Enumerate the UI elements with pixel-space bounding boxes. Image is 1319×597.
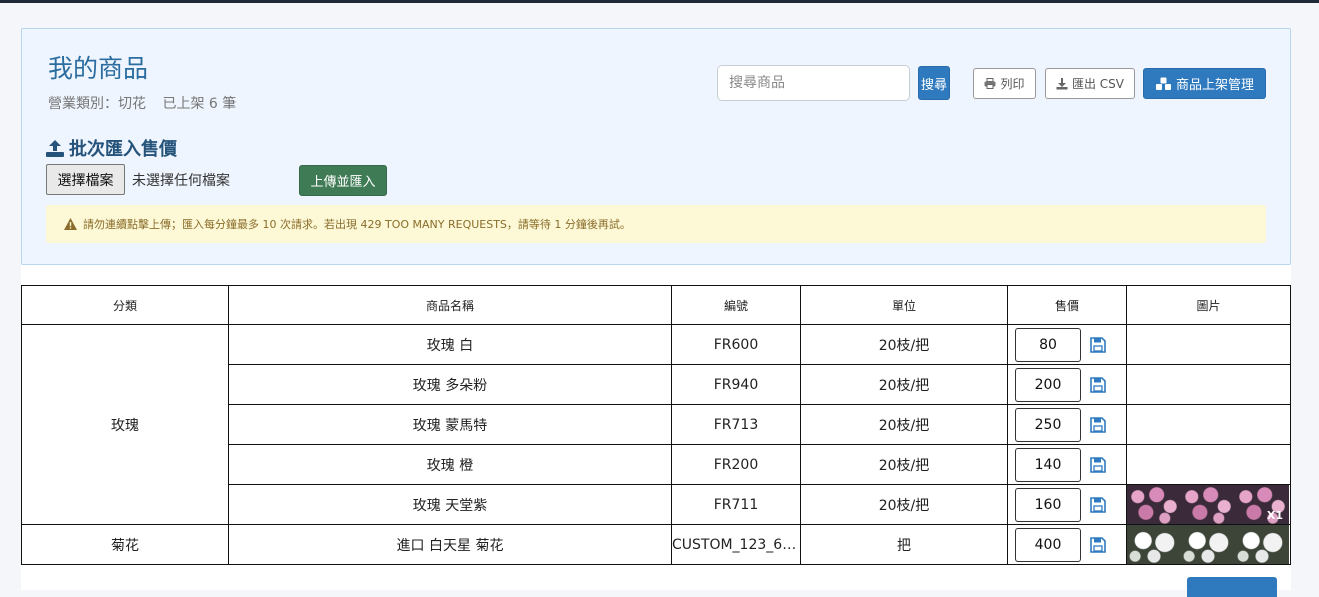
save-icon[interactable]: [1090, 416, 1106, 433]
price-cell: [1007, 484, 1127, 525]
category-label: 營業類別：切花: [48, 96, 146, 112]
price-cell: [1007, 324, 1127, 365]
save-icon[interactable]: [1090, 376, 1106, 393]
column-header-code: 編號: [671, 285, 801, 325]
printer-icon: [984, 78, 996, 89]
column-header-category: 分類: [21, 285, 229, 325]
image-cell: X1: [1126, 484, 1291, 525]
table-header-row: 分類 商品名稱 編號 單位 售價 圖片: [21, 285, 1291, 325]
column-header-image: 圖片: [1126, 285, 1291, 325]
print-label: 列印: [1000, 77, 1025, 91]
price-cell: [1007, 404, 1127, 445]
header-panel: 我的商品 營業類別：切花 已上架 6 筆 搜尋 列印 匯出 CSV 商品上架管理: [21, 28, 1291, 265]
warning-icon: [64, 218, 77, 230]
product-name: 玫瑰 橙: [228, 444, 672, 485]
price-input[interactable]: [1015, 447, 1081, 482]
price-cell: [1007, 444, 1127, 485]
product-name: 玫瑰 白: [228, 324, 672, 365]
product-unit: 20枝/把: [800, 324, 1008, 365]
manage-label: 商品上架管理: [1175, 78, 1254, 93]
upload-import-button[interactable]: 上傳並匯入: [299, 165, 387, 196]
product-code: FR713: [671, 404, 801, 445]
upload-icon: [46, 139, 64, 157]
image-cell: [1126, 404, 1291, 445]
price-input[interactable]: [1015, 327, 1081, 362]
search-button[interactable]: 搜尋: [918, 66, 950, 100]
listed-count: 已上架 6 筆: [162, 96, 237, 112]
rate-limit-warning: 請勿連續點擊上傳；匯入每分鐘最多 10 次請求。若出現 429 TOO MANY…: [46, 205, 1266, 243]
product-code: FR600: [671, 324, 801, 365]
search-input[interactable]: [717, 65, 910, 101]
product-name: 玫瑰 蒙馬特: [228, 404, 672, 445]
export-csv-button[interactable]: 匯出 CSV: [1045, 68, 1135, 99]
category-cell-rose: 玫瑰: [21, 324, 229, 525]
image-cell: [1126, 364, 1291, 405]
product-code: CUSTOM_123_6a8e...: [671, 524, 801, 565]
image-cell: [1126, 444, 1291, 485]
price-input[interactable]: [1015, 367, 1081, 402]
image-count-badge: X1: [1266, 509, 1283, 522]
price-input[interactable]: [1015, 487, 1081, 522]
image-cell: [1126, 524, 1291, 565]
category-cell-chrysanthemum: 菊花: [21, 524, 229, 565]
column-header-unit: 單位: [800, 285, 1008, 325]
batch-import-title-text: 批次匯入售價: [69, 139, 177, 160]
column-header-price: 售價: [1007, 285, 1127, 325]
product-name: 進口 白天星 菊花: [228, 524, 672, 565]
product-unit: 20枝/把: [800, 444, 1008, 485]
file-status: 未選擇任何檔案: [132, 173, 230, 189]
image-cell: [1126, 324, 1291, 365]
download-icon: [1056, 77, 1068, 89]
price-input[interactable]: [1015, 407, 1081, 442]
product-image-thumbnail[interactable]: [1127, 485, 1181, 524]
product-image-thumbnail[interactable]: [1235, 525, 1289, 564]
product-image-thumbnail[interactable]: [1127, 525, 1181, 564]
save-icon[interactable]: [1090, 336, 1106, 353]
product-code: FR711: [671, 484, 801, 525]
page-title: 我的商品: [48, 54, 149, 83]
product-image-thumbnail[interactable]: [1181, 525, 1235, 564]
table-row: 菊花 進口 白天星 菊花 CUSTOM_123_6a8e... 把: [21, 524, 1291, 565]
save-icon[interactable]: [1090, 456, 1106, 473]
batch-import-title: 批次匯入售價: [46, 135, 177, 161]
product-image-thumbnail[interactable]: [1181, 485, 1235, 524]
product-name: 玫瑰 多朵粉: [228, 364, 672, 405]
price-input[interactable]: [1015, 527, 1081, 562]
print-button[interactable]: 列印: [973, 68, 1036, 99]
bottom-action-button[interactable]: [1187, 577, 1277, 597]
product-name: 玫瑰 天堂紫: [228, 484, 672, 525]
table-row: 玫瑰 玫瑰 白 FR600 20枝/把: [21, 324, 1291, 525]
save-icon[interactable]: [1090, 536, 1106, 553]
warning-text: 請勿連續點擊上傳；匯入每分鐘最多 10 次請求。若出現 429 TOO MANY…: [83, 218, 631, 231]
export-label: 匯出 CSV: [1071, 77, 1125, 91]
product-unit: 把: [800, 524, 1008, 565]
top-bar: [0, 0, 1319, 3]
product-listing-manage-button[interactable]: 商品上架管理: [1143, 68, 1266, 99]
save-icon[interactable]: [1090, 496, 1106, 513]
price-cell: [1007, 364, 1127, 405]
price-cell: [1007, 524, 1127, 565]
products-table: 分類 商品名稱 編號 單位 售價 圖片 玫瑰 玫瑰 白 FR600 20枝/把: [21, 285, 1291, 565]
product-code: FR200: [671, 444, 801, 485]
product-image-thumbnail[interactable]: X1: [1235, 485, 1289, 524]
column-header-name: 商品名稱: [228, 285, 672, 325]
store-info: 營業類別：切花 已上架 6 筆: [48, 93, 248, 113]
product-unit: 20枝/把: [800, 484, 1008, 525]
product-unit: 20枝/把: [800, 404, 1008, 445]
product-unit: 20枝/把: [800, 364, 1008, 405]
choose-file-button[interactable]: 選擇檔案: [46, 164, 125, 195]
product-code: FR940: [671, 364, 801, 405]
cubes-icon: [1155, 77, 1171, 90]
